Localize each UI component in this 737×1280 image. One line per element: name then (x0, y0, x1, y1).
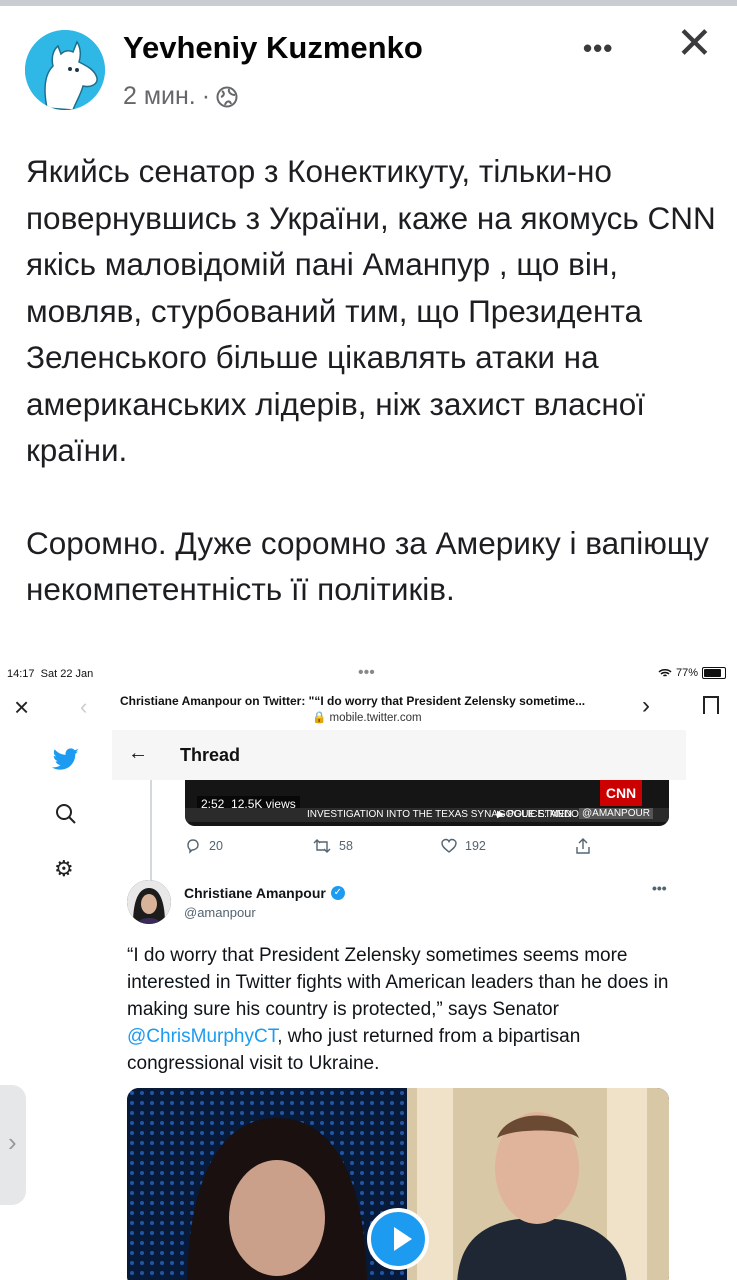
video-preview[interactable]: 2:52 12.5K views CNN INVESTIGATION INTO … (185, 780, 669, 826)
post-meta: 2 мин. · (123, 82, 238, 111)
thread-header: ← Thread (112, 730, 686, 780)
close-icon[interactable]: ✕ (676, 22, 713, 66)
meta-separator: · (201, 82, 211, 110)
reply-count: 20 (209, 839, 223, 853)
tweet-author-name[interactable]: Christiane Amanpour (184, 885, 326, 901)
post-paragraph: Соромно. Дуже соромно за Америку і вапію… (26, 524, 709, 608)
ticker-mid: ▶ POLICE: MEN (497, 809, 572, 820)
browser-title: Christiane Amanpour on Twitter: "“I do w… (120, 694, 586, 708)
profile-photo-icon (127, 880, 171, 924)
status-time: 14:17 (7, 668, 35, 680)
globe-icon (216, 86, 238, 107)
heart-icon (441, 838, 457, 853)
battery-percent: 77% (676, 667, 699, 679)
chevron-right-icon: › (8, 1127, 17, 1157)
tweet-more-icon[interactable]: ••• (652, 880, 667, 896)
news-ticker: INVESTIGATION INTO THE TEXAS SYNAGOGUE S… (185, 808, 669, 822)
back-arrow-icon[interactable]: ← (128, 742, 148, 765)
top-strip (0, 0, 737, 6)
browser-url[interactable]: 🔒 mobile.twitter.com (312, 710, 422, 724)
like-count: 192 (465, 839, 486, 853)
wifi-icon (658, 669, 672, 677)
share-action[interactable] (575, 838, 591, 854)
cnn-logo: CNN (600, 780, 642, 806)
twitter-bird-icon[interactable] (52, 748, 80, 772)
moomin-avatar-icon (25, 30, 105, 110)
share-icon (576, 838, 590, 854)
post-body: Якийсь сенатор з Конектикуту, тільки-но … (26, 148, 716, 613)
thread-connector (150, 780, 152, 892)
tweet-video-thumbnail[interactable] (127, 1088, 669, 1280)
author-name[interactable]: Yevheniy Kuzmenko (123, 30, 423, 66)
tweet-author-handle[interactable]: @amanpour (184, 905, 256, 920)
attached-screenshot[interactable]: 14:17 Sat 22 Jan ••• 77% × ‹ Christiane … (0, 662, 737, 1280)
forward-chevron-icon[interactable]: › (642, 692, 650, 720)
tweet-avatar[interactable] (127, 880, 171, 924)
post-time[interactable]: 2 мин. (123, 82, 196, 111)
search-icon[interactable] (54, 802, 78, 826)
author-avatar[interactable] (25, 30, 105, 110)
browser-bar: × ‹ Christiane Amanpour on Twitter: "“I … (0, 688, 737, 730)
play-button-icon[interactable] (367, 1208, 429, 1270)
ios-status-bar: 14:17 Sat 22 Jan ••• 77% (0, 662, 737, 688)
reply-action[interactable]: 20 (185, 838, 223, 854)
back-chevron-icon[interactable]: ‹ (80, 694, 87, 720)
close-browser-icon[interactable]: × (14, 692, 29, 723)
retweet-icon (313, 839, 331, 853)
retweet-action[interactable]: 58 (313, 838, 353, 854)
side-collapse-tab[interactable]: › (0, 1085, 26, 1205)
like-action[interactable]: 192 (441, 838, 486, 854)
retweet-count: 58 (339, 839, 353, 853)
verified-badge-icon: ✓ (330, 886, 345, 900)
more-options-icon[interactable]: ••• (583, 33, 613, 64)
bookmark-icon[interactable] (703, 696, 719, 719)
reply-icon (187, 839, 199, 854)
ticker-tag: @AMANPOUR (579, 808, 653, 819)
thread-title: Thread (180, 745, 241, 765)
battery-icon (702, 667, 727, 679)
gear-icon[interactable]: ⚙ (54, 856, 74, 882)
tweet-text: “I do worry that President Zelensky some… (127, 945, 669, 1074)
tweet-actions: 20 58 192 (185, 838, 605, 862)
post-paragraph: Якийсь сенатор з Конектикуту, тільки-но … (26, 153, 716, 468)
multitask-dots-icon: ••• (358, 664, 375, 681)
mention-link[interactable]: @ChrisMurphyCT (127, 1026, 277, 1047)
status-date: Sat 22 Jan (40, 668, 94, 680)
